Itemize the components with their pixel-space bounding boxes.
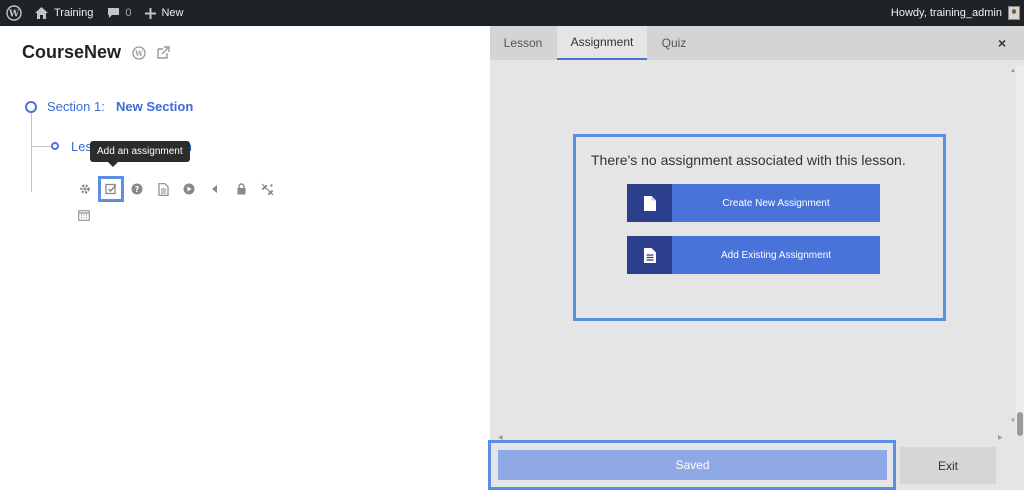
assignment-icon[interactable] (98, 176, 124, 202)
exit-button[interactable]: Exit (900, 447, 996, 484)
assignment-empty-state: There's no assignment associated with th… (573, 134, 946, 321)
lesson-connector (32, 146, 52, 147)
new-content-link[interactable]: New (138, 0, 190, 26)
wordpress-logo-icon[interactable]: W (0, 0, 28, 26)
scroll-right-arrow-icon[interactable]: ▶ (998, 434, 1003, 441)
lesson-node-icon (51, 142, 59, 150)
add-existing-assignment-label: Add Existing Assignment (720, 249, 832, 261)
tree-connector (31, 112, 32, 192)
new-label: New (161, 7, 184, 19)
saved-button-highlight: Saved (488, 440, 896, 490)
play-icon[interactable] (182, 182, 196, 196)
tab-quiz[interactable]: Quiz (647, 26, 701, 60)
avatar (1008, 6, 1020, 20)
svg-text:W: W (134, 49, 143, 58)
saved-button[interactable]: Saved (498, 450, 887, 480)
add-assignment-tooltip: Add an assignment (90, 141, 190, 167)
create-new-assignment-label: Create New Assignment (722, 197, 830, 209)
my-account-link[interactable]: Howdy, training_admin (884, 0, 1024, 26)
section-name[interactable]: New Section (116, 99, 193, 114)
modal-outer-scrollbar[interactable] (1016, 66, 1024, 436)
wordpress-edit-icon[interactable]: W (132, 46, 146, 65)
lesson-actions: ? (78, 176, 286, 202)
tab-lesson[interactable]: Lesson (490, 26, 556, 60)
external-link-icon[interactable] (156, 46, 170, 65)
document-icon[interactable] (156, 182, 170, 196)
create-new-assignment-button[interactable]: Create New Assignment (627, 184, 880, 222)
audio-icon[interactable] (208, 182, 222, 196)
link-off-icon[interactable] (260, 182, 274, 196)
gear-icon[interactable] (78, 182, 92, 196)
modal-scrollbar-thumb[interactable] (1017, 412, 1023, 436)
site-name-link[interactable]: Training (28, 0, 100, 26)
comments-link[interactable]: 0 (100, 0, 138, 26)
lesson-settings-modal: Lesson Assignment Quiz × ▲ ▼ ◀ ▶ There's… (490, 26, 1024, 490)
add-existing-assignment-button[interactable]: Add Existing Assignment (627, 236, 880, 274)
svg-text:?: ? (135, 185, 140, 194)
plus-icon (145, 7, 157, 19)
svg-text:W: W (8, 10, 20, 20)
greeting: Howdy, training_admin (890, 7, 1002, 19)
lesson-title-start: Les (71, 139, 92, 154)
no-assignment-message: There's no assignment associated with th… (591, 152, 906, 168)
document-list-icon (627, 236, 672, 274)
comment-icon (107, 7, 120, 19)
tab-assignment[interactable]: Assignment (557, 26, 647, 60)
admin-bar: W Training 0 New Howdy, training_admin (0, 0, 1024, 26)
comments-count: 0 (125, 7, 132, 19)
modal-tabs: Lesson Assignment Quiz × (490, 26, 1024, 60)
lock-icon[interactable] (234, 182, 248, 196)
section-node-icon (25, 101, 37, 113)
section-label: Section 1: (47, 99, 105, 114)
calendar-icon[interactable] (78, 208, 90, 226)
course-title: CourseNew (22, 42, 122, 62)
home-icon (35, 7, 48, 19)
site-name: Training (54, 7, 94, 19)
quiz-icon[interactable]: ? (130, 182, 144, 196)
close-icon[interactable]: × (998, 35, 1006, 51)
course-outline-panel: CourseNew W Section 1: New Section Lesso… (0, 26, 490, 490)
new-file-icon (627, 184, 672, 222)
